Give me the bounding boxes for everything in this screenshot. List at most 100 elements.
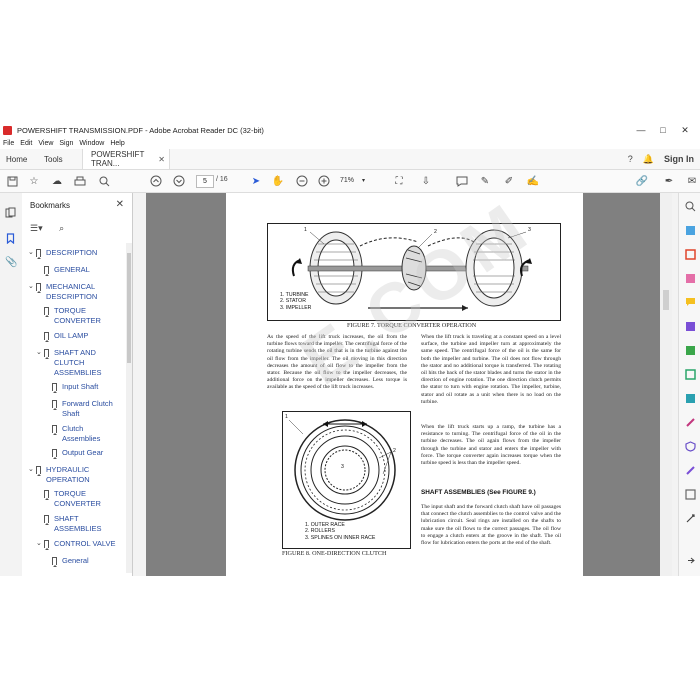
page-number-input[interactable]: 5 (196, 175, 214, 188)
figure-7-callout-1: 1 (304, 227, 307, 233)
collapse-panel-icon[interactable] (685, 555, 696, 566)
draw-icon[interactable]: ✐ (503, 175, 515, 187)
page-up-icon[interactable] (150, 175, 162, 187)
bookmark-description[interactable]: ⌄ DESCRIPTION (28, 248, 106, 259)
organize-pages-icon[interactable] (685, 345, 696, 356)
bookmark-output-gear[interactable]: Output Gear (52, 448, 122, 459)
sign-icon[interactable]: ✍ (527, 175, 539, 187)
more-tools-icon[interactable] (685, 513, 696, 524)
bookmark-general-2[interactable]: General (52, 556, 122, 567)
bookmark-forward-clutch-shaft[interactable]: Forward Clutch Shaft (52, 399, 120, 419)
bookmark-label: TORQUE CONVERTER (54, 489, 101, 508)
help-icon[interactable]: ? (628, 154, 633, 164)
zoom-tool-icon[interactable] (685, 201, 696, 212)
tab-document[interactable]: POWERSHIFT TRAN... ✕ (82, 149, 170, 169)
send-for-signature-icon[interactable] (685, 465, 696, 476)
bookmark-label: Forward Clutch Shaft (62, 399, 113, 418)
menu-sign[interactable]: Sign (59, 140, 73, 147)
zoom-in-icon[interactable] (318, 175, 330, 187)
menu-file[interactable]: File (3, 140, 14, 147)
sign-in-button[interactable]: Sign In (664, 154, 694, 164)
export-pdf-icon[interactable] (685, 225, 696, 236)
bookmark-torque-converter[interactable]: TORQUE CONVERTER (44, 306, 104, 326)
share-link-icon[interactable]: 🔗 (636, 175, 648, 187)
chevron-down-icon[interactable]: ⌄ (28, 465, 36, 475)
bookmark-icon (44, 332, 49, 342)
close-panel-icon[interactable]: ✕ (116, 199, 124, 210)
close-tab-icon[interactable]: ✕ (158, 155, 165, 164)
bookmark-hydraulic-operation[interactable]: ⌄ HYDRAULIC OPERATION (28, 465, 96, 485)
sign-document-icon[interactable]: ✒ (663, 175, 675, 187)
protect-icon[interactable] (685, 441, 696, 452)
bookmark-oil-lamp[interactable]: OIL LAMP (44, 331, 114, 342)
hand-tool-icon[interactable]: ✋ (272, 175, 284, 187)
combine-files-icon[interactable] (685, 321, 696, 332)
document-scroll-thumb[interactable] (663, 290, 669, 310)
figure-8-caption: FIGURE 8. ONE-DIRECTION CLUTCH (282, 550, 387, 557)
save-icon[interactable] (6, 175, 18, 187)
comment-icon[interactable] (456, 175, 468, 187)
menu-edit[interactable]: Edit (20, 140, 32, 147)
email-icon[interactable]: ✉ (686, 175, 698, 187)
fill-sign-icon[interactable] (685, 417, 696, 428)
select-cursor-icon[interactable]: ➤ (250, 175, 262, 187)
page-down-icon[interactable] (173, 175, 185, 187)
document-viewport[interactable]: 1 2 3 1. TURBINE 2. STATOR 3. IMPELLER F… (146, 193, 660, 576)
document-scrollbar[interactable] (660, 193, 672, 576)
comment-tool-icon[interactable] (685, 297, 696, 308)
attachment-icon[interactable]: 📎 (5, 257, 17, 268)
print-production-icon[interactable] (685, 489, 696, 500)
tab-home[interactable]: Home (6, 149, 27, 169)
right-column-paragraph-3: The input shaft and the forward clutch s… (421, 504, 561, 547)
scan-ocr-icon[interactable] (685, 393, 696, 404)
chevron-down-icon: ▾ (361, 178, 365, 184)
close-button[interactable]: ✕ (674, 125, 696, 136)
bookmark-shaft-assemblies[interactable]: SHAFT ASSEMBLIES (44, 514, 104, 534)
redact-icon[interactable] (685, 369, 696, 380)
bookmark-mechanical-description[interactable]: ⌄ MECHANICAL DESCRIPTION (28, 282, 106, 302)
zoom-out-icon[interactable] (296, 175, 308, 187)
scroll-mode-icon[interactable]: ⇩ (420, 175, 432, 187)
maximize-button[interactable]: □ (652, 125, 674, 135)
bookmark-general[interactable]: GENERAL (44, 265, 114, 276)
create-pdf-icon[interactable] (685, 249, 696, 260)
bookmark-icon (44, 540, 49, 550)
bookmarks-scroll-thumb[interactable] (127, 253, 131, 363)
upload-cloud-icon[interactable]: ☁ (51, 175, 63, 187)
fit-page-icon[interactable]: ⛶ (393, 175, 405, 187)
bookmark-icon[interactable] (5, 233, 16, 245)
search-icon[interactable] (98, 175, 110, 187)
edit-pdf-icon[interactable] (685, 273, 696, 284)
bookmarks-title: Bookmarks (30, 201, 71, 210)
bookmark-control-valve[interactable]: ⌄ CONTROL VALVE (36, 539, 116, 550)
bookmark-label: SHAFT AND CLUTCH ASSEMBLIES (54, 348, 102, 377)
bookmark-label: TORQUE CONVERTER (54, 306, 101, 325)
chevron-down-icon[interactable]: ⌄ (36, 348, 44, 358)
legend-item: 3. IMPELLER (280, 304, 312, 311)
bookmark-torque-converter-2[interactable]: TORQUE CONVERTER (44, 489, 104, 509)
bookmark-clutch-assemblies[interactable]: Clutch Assemblies (52, 424, 112, 444)
bookmark-label: HYDRAULIC OPERATION (46, 465, 90, 484)
tab-tools[interactable]: Tools (44, 149, 63, 169)
bookmark-shaft-clutch-assemblies[interactable]: ⌄ SHAFT AND CLUTCH ASSEMBLIES (36, 348, 104, 378)
bookmark-label: MECHANICAL DESCRIPTION (46, 282, 98, 301)
menu-help[interactable]: Help (110, 140, 124, 147)
notification-bell-icon[interactable]: 🔔 (643, 154, 654, 165)
menu-window[interactable]: Window (79, 140, 104, 147)
highlight-pen-icon[interactable]: ✎ (479, 175, 491, 187)
menu-view[interactable]: View (38, 140, 53, 147)
bookmark-label: GENERAL (54, 265, 90, 274)
bookmark-input-shaft[interactable]: Input Shaft (52, 382, 122, 393)
bookmarks-scrollbar[interactable] (126, 243, 132, 573)
bookmark-options-icon[interactable]: ☰▾ (30, 223, 43, 233)
zoom-level-select[interactable]: 71% ▾ (340, 175, 376, 186)
bookmark-search-icon[interactable]: ⌕ (59, 223, 64, 233)
bookmark-icon (44, 349, 49, 359)
chevron-down-icon[interactable]: ⌄ (28, 248, 36, 258)
page-thumbnails-icon[interactable] (5, 207, 16, 218)
chevron-down-icon[interactable]: ⌄ (28, 282, 36, 292)
chevron-down-icon[interactable]: ⌄ (36, 539, 44, 549)
print-icon[interactable] (74, 175, 86, 187)
star-icon[interactable]: ☆ (28, 175, 40, 187)
minimize-button[interactable]: — (630, 125, 652, 135)
